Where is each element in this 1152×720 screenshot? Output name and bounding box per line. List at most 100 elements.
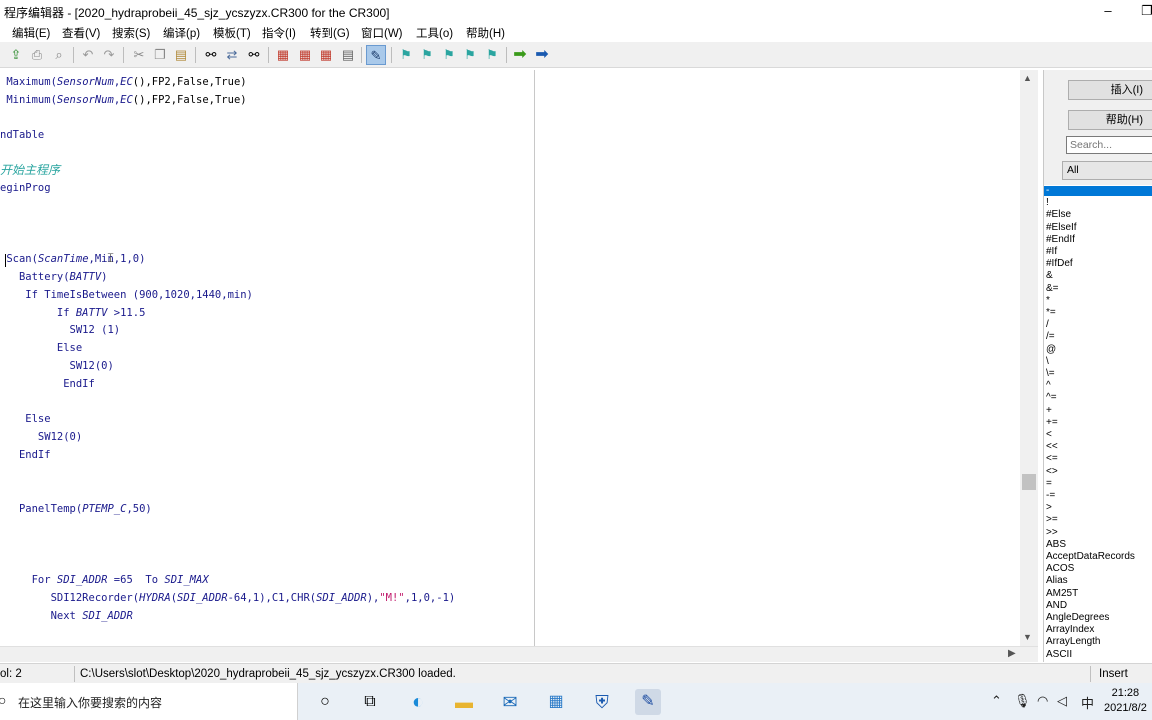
instruction-list-item[interactable]: << [1046, 441, 1058, 453]
instruction-list-item[interactable]: - [1046, 185, 1049, 197]
menu-goto[interactable]: 转到(G) [310, 25, 350, 41]
instruction-list-item[interactable]: @ [1046, 344, 1056, 356]
security-shield-icon[interactable]: ⛨ [589, 689, 615, 715]
maximize-button[interactable]: ❐ [1136, 1, 1152, 21]
microphone-icon[interactable]: 🎙 [1014, 693, 1031, 709]
instruction-list-item[interactable]: \= [1046, 368, 1055, 380]
instruction-list-item[interactable]: = [1046, 478, 1052, 490]
instruction-list-item[interactable]: AND [1046, 600, 1067, 612]
insert-button[interactable]: 插入(I) [1068, 80, 1152, 100]
instruction-list-item[interactable]: ^= [1046, 392, 1057, 404]
instruction-list-item[interactable]: & [1046, 270, 1053, 282]
instruction-list-item[interactable]: += [1046, 417, 1058, 429]
instruction-list-item[interactable]: >> [1046, 527, 1058, 539]
code-editor[interactable]: Maximum(SensorNum,EC(),FP2,False,True) M… [0, 70, 1020, 646]
instruction-list-item[interactable]: <> [1046, 466, 1058, 478]
instruction-list-item[interactable]: #If [1046, 246, 1057, 258]
taskbar-search[interactable]: ○ 在这里输入你要搜索的内容 [0, 683, 298, 720]
find-icon[interactable]: ⚯ [201, 45, 221, 65]
network-app-icon[interactable]: ▦ [543, 689, 569, 715]
instruction-list[interactable]: -! #Else #ElseIf #EndIf #If #IfDef & &= * *= //= @ \… [1044, 185, 1152, 662]
help-button[interactable]: 帮助(H) [1068, 110, 1152, 130]
mail-icon[interactable]: ✉ [497, 689, 523, 715]
bookmark-prev-icon[interactable]: ⚑ [439, 45, 459, 65]
instruction-list-item[interactable]: / [1046, 319, 1049, 331]
bookmark-list-icon[interactable]: ⚑ [460, 45, 480, 65]
compile-icon[interactable]: ▦ [273, 45, 293, 65]
instruction-list-item[interactable]: &= [1046, 283, 1059, 295]
menu-view[interactable]: 查看(V) [62, 25, 100, 41]
instruction-list-item[interactable]: + [1046, 405, 1052, 417]
instruction-search-input[interactable] [1066, 136, 1152, 154]
task-view-icon[interactable]: ⧉ [357, 689, 383, 715]
volume-icon[interactable]: ◁ [1057, 693, 1067, 709]
instruction-list-item[interactable]: AcceptDataRecords [1046, 551, 1135, 563]
horizontal-scrollbar[interactable]: ▶ [0, 646, 1038, 662]
bookmark-next-icon[interactable]: ⚑ [417, 45, 437, 65]
instruction-list-item[interactable]: * [1046, 295, 1050, 307]
instruction-list-item[interactable]: AM25T [1046, 588, 1078, 600]
scroll-thumb[interactable] [1022, 474, 1036, 490]
ime-indicator[interactable]: 中 [1081, 693, 1094, 712]
tray-chevron-icon[interactable]: ⌃ [991, 693, 1002, 709]
print-icon[interactable]: ⎙ [27, 45, 47, 65]
undo-icon[interactable]: ↶ [78, 45, 98, 65]
upload-icon[interactable]: ⇪ [6, 45, 26, 65]
instruction-list-item[interactable]: ! [1046, 197, 1049, 209]
instruction-list-item[interactable]: *= [1046, 307, 1056, 319]
goto-back-icon[interactable]: ➡ [532, 45, 552, 65]
edge-icon[interactable]: ◐ [405, 689, 431, 715]
menu-help[interactable]: 帮助(H) [466, 25, 505, 41]
loggernet-editor-icon[interactable]: ✎ [635, 689, 661, 715]
cortana-icon[interactable]: ○ [312, 689, 338, 715]
instruction-list-item[interactable]: /= [1046, 331, 1055, 343]
paste-icon[interactable]: ▤ [171, 45, 191, 65]
print-preview-icon[interactable]: ⌕ [49, 45, 69, 65]
instruction-list-item[interactable]: < [1046, 429, 1052, 441]
copy-icon[interactable]: ❐ [150, 45, 170, 65]
minimize-button[interactable]: – [1097, 1, 1119, 21]
scroll-up-icon[interactable]: ▲ [1023, 73, 1032, 83]
file-explorer-icon[interactable]: ▬ [451, 689, 477, 715]
send-icon[interactable]: ▦ [316, 45, 336, 65]
instruction-filter-select[interactable]: All [1062, 161, 1152, 180]
menu-search[interactable]: 搜索(S) [112, 25, 150, 41]
editor-splitter[interactable] [534, 70, 535, 646]
instruction-list-item[interactable]: #ElseIf [1046, 222, 1077, 234]
instruction-list-item[interactable]: ABS [1046, 539, 1066, 551]
redo-icon[interactable]: ↷ [99, 45, 119, 65]
replace-icon[interactable]: ⇄ [222, 45, 242, 65]
instruction-list-item[interactable]: #Else [1046, 209, 1071, 221]
menu-template[interactable]: 模板(T) [213, 25, 251, 41]
instruction-list-item[interactable]: ^ [1046, 380, 1051, 392]
menu-edit[interactable]: 编辑(E) [12, 25, 50, 41]
instruction-list-item[interactable]: ACOS [1046, 563, 1074, 575]
taskbar-clock[interactable]: 21:28 2021/8/2 [1104, 686, 1147, 716]
instruction-list-item[interactable]: -= [1046, 490, 1055, 502]
instruction-list-item[interactable]: > [1046, 502, 1052, 514]
instruction-list-item[interactable]: Alias [1046, 575, 1068, 587]
instruction-list-item[interactable]: \ [1046, 356, 1049, 368]
menu-tools[interactable]: 工具(o) [416, 25, 453, 41]
instruction-list-item[interactable]: ArrayLength [1046, 636, 1100, 648]
menu-compile[interactable]: 编译(p) [163, 25, 200, 41]
instruction-list-item[interactable]: ArrayIndex [1046, 624, 1094, 636]
instruction-list-item[interactable]: ASCII [1046, 649, 1072, 661]
scroll-down-icon[interactable]: ▼ [1023, 632, 1032, 642]
bookmark-clear-icon[interactable]: ⚑ [482, 45, 502, 65]
instruction-list-item[interactable]: <= [1046, 453, 1058, 465]
wifi-icon[interactable]: ◠ [1037, 693, 1048, 709]
menu-window[interactable]: 窗口(W) [361, 25, 403, 41]
instruction-list-item[interactable]: >= [1046, 514, 1058, 526]
instruction-list-item[interactable]: #IfDef [1046, 258, 1073, 270]
menu-instruction[interactable]: 指令(I) [262, 25, 296, 41]
goto-next-icon[interactable]: ➡ [510, 45, 530, 65]
cut-icon[interactable]: ✂ [129, 45, 149, 65]
save-compile-icon[interactable]: ▦ [295, 45, 315, 65]
instruction-list-item[interactable]: #EndIf [1046, 234, 1075, 246]
vertical-scrollbar[interactable]: ▲ ▼ [1020, 70, 1038, 646]
scroll-right-icon[interactable]: ▶ [1008, 648, 1016, 659]
bookmark-icon[interactable]: ⚑ [396, 45, 416, 65]
instruction-list-item[interactable]: AngleDegrees [1046, 612, 1109, 624]
declarations-icon[interactable]: ▤ [338, 45, 358, 65]
